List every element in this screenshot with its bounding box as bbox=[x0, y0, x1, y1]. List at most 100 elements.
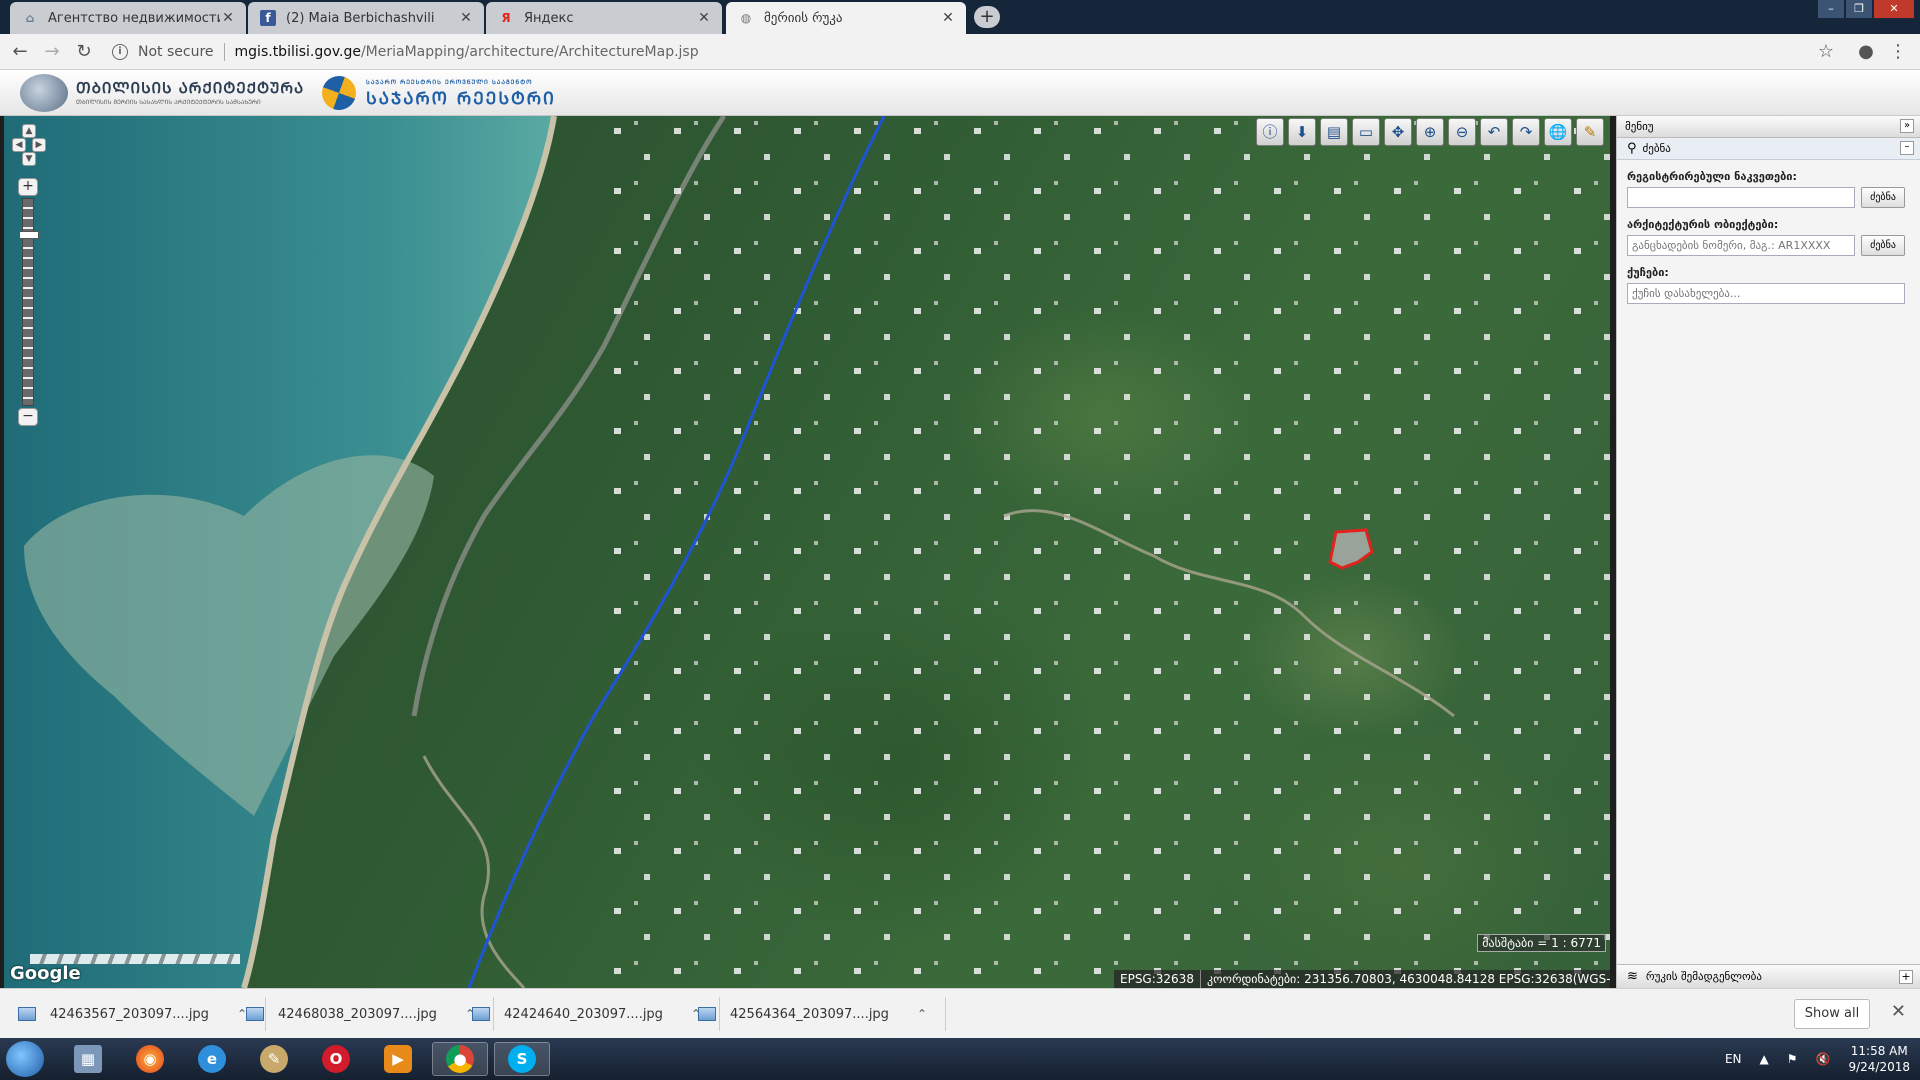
internet-explorer-icon: e bbox=[198, 1045, 226, 1073]
layers-icon: ≋ bbox=[1627, 969, 1638, 984]
forward-arrow-icon[interactable]: → bbox=[40, 40, 64, 64]
download-filename: 42564364_203097....jpg bbox=[730, 1006, 889, 1022]
security-status: Not secure bbox=[138, 44, 214, 60]
tab-map[interactable]: ◍ მერიის რუკა ✕ bbox=[726, 2, 966, 34]
reload-icon[interactable]: ↻ bbox=[72, 40, 96, 64]
architecture-logo-title: ᲗᲑᲘᲚᲘᲡᲘᲡ ᲐᲠᲥᲘᲢᲔᲥᲢᲣᲠᲐ bbox=[76, 79, 305, 97]
map-toolbar: ⓘ ⬇ ▤ ▭ ✥ ⊕ ⊖ ↶ ↷ 🌐 ✎ bbox=[1256, 118, 1604, 146]
address-bar[interactable]: i Not secure mgis.tbilisi.gov.ge/MeriaMa… bbox=[112, 39, 1842, 65]
clock[interactable]: 11:58 AM 9/24/2018 bbox=[1848, 1043, 1910, 1075]
divider bbox=[223, 43, 225, 61]
download-tool-icon[interactable]: ⬇ bbox=[1288, 118, 1316, 146]
minimize-section-icon[interactable]: – bbox=[1900, 141, 1914, 155]
chevron-up-icon[interactable]: ⌃ bbox=[917, 1007, 927, 1021]
pan-down-icon[interactable]: ▼ bbox=[22, 152, 36, 166]
download-item[interactable]: 42564364_203097....jpg ⌃ bbox=[680, 997, 947, 1031]
pencil-icon[interactable]: ✎ bbox=[1576, 118, 1604, 146]
taskbar-skype[interactable]: S bbox=[494, 1042, 550, 1076]
taskbar-media-player[interactable]: ▶ bbox=[370, 1042, 426, 1076]
zoom-in-tool-icon[interactable]: ⊕ bbox=[1416, 118, 1444, 146]
tray-expand-icon[interactable]: ▲ bbox=[1760, 1052, 1769, 1066]
close-tab-icon[interactable]: ✕ bbox=[696, 10, 712, 26]
start-button-icon[interactable] bbox=[6, 1041, 44, 1077]
projection-select[interactable]: EPSG:32638 ▾ bbox=[1114, 970, 1201, 988]
skype-icon: S bbox=[508, 1045, 536, 1073]
architecture-logo: ᲗᲑᲘᲚᲘᲡᲘᲡ ᲐᲠᲥᲘᲢᲔᲥᲢᲣᲠᲐ ᲗᲑᲘᲚᲘᲡᲘᲡ ᲛᲔᲠᲘᲘᲡ ᲡᲐᲡ… bbox=[76, 78, 304, 106]
taskbar-ie[interactable]: e bbox=[184, 1042, 240, 1076]
url-path: /MeriaMapping/architecture/ArchitectureM… bbox=[360, 44, 699, 60]
taskbar-chrome[interactable]: ● bbox=[432, 1042, 488, 1076]
cadastral-label: რეგისტრირებული ნაკვეთები: bbox=[1627, 170, 1797, 183]
tab-agency[interactable]: ⌂ Агентство недвижимости Batumi ✕ bbox=[10, 2, 246, 34]
layers-title: რუკის შემადგენლობა bbox=[1645, 970, 1762, 983]
close-tab-icon[interactable]: ✕ bbox=[220, 10, 236, 26]
layers-section-header[interactable]: ≋ რუკის შემადგენლობა + bbox=[1617, 964, 1920, 988]
bookmark-star-icon[interactable]: ☆ bbox=[1814, 40, 1838, 64]
download-item[interactable]: 42463567_203097....jpg ⌃ bbox=[0, 997, 267, 1031]
registry-logo-icon bbox=[317, 71, 361, 115]
language-indicator[interactable]: EN bbox=[1725, 1052, 1742, 1066]
show-all-downloads-button[interactable]: Show all bbox=[1794, 999, 1870, 1029]
zoom-out-tool-icon[interactable]: ⊖ bbox=[1448, 118, 1476, 146]
print-tool-icon[interactable]: ▤ bbox=[1320, 118, 1348, 146]
previous-extent-icon[interactable]: ↶ bbox=[1480, 118, 1508, 146]
info-tool-icon[interactable]: ⓘ bbox=[1256, 118, 1284, 146]
search-section-title: ძებნა bbox=[1642, 142, 1671, 155]
street-input[interactable] bbox=[1627, 283, 1905, 304]
collapse-panel-icon[interactable]: » bbox=[1900, 119, 1914, 133]
registry-logo: ᲡᲐᲯᲐᲠᲝ ᲠᲔᲔᲡᲢᲠᲘᲡ ᲔᲠᲝᲕᲜᲣᲚᲘ ᲡᲐᲐᲒᲔᲜᲢᲝ ᲡᲐᲯᲐᲠᲝ… bbox=[366, 78, 556, 109]
search-section-header[interactable]: ⚲ ძებნა – bbox=[1617, 138, 1920, 160]
side-panel: მენიუ » ⚲ ძებნა – რეგისტრირებული ნაკვეთე… bbox=[1616, 116, 1920, 988]
menu-kebab-icon[interactable]: ⋮ bbox=[1886, 40, 1910, 64]
info-icon[interactable]: i bbox=[112, 44, 128, 60]
new-tab-button[interactable]: + bbox=[974, 6, 1000, 28]
tab-yandex[interactable]: Я Яндекс ✕ bbox=[486, 2, 722, 34]
firefox-icon: ◉ bbox=[136, 1045, 164, 1073]
buildings-texture bbox=[604, 116, 1610, 988]
pan-left-icon[interactable]: ◀ bbox=[12, 138, 26, 152]
system-tray: EN ▲ ⚑ 🔇 11:58 AM 9/24/2018 bbox=[1725, 1038, 1920, 1080]
expand-section-icon[interactable]: + bbox=[1899, 970, 1913, 984]
action-center-flag-icon[interactable]: ⚑ bbox=[1787, 1052, 1798, 1066]
volume-muted-icon[interactable]: 🔇 bbox=[1816, 1052, 1831, 1066]
zoom-bar: + − bbox=[18, 178, 39, 428]
panel-title: მენიუ bbox=[1625, 120, 1654, 133]
map-status-bar: EPSG:32638 ▾ კოორდინატები: 231356.70803,… bbox=[1114, 970, 1610, 988]
pan-tool-icon[interactable]: ✥ bbox=[1384, 118, 1412, 146]
building-icon: ⌂ bbox=[25, 11, 35, 25]
minimize-icon[interactable]: – bbox=[1818, 0, 1844, 18]
close-tab-icon[interactable]: ✕ bbox=[458, 10, 474, 26]
map-view[interactable]: ▲ ◀ ▶ ▼ + − ⓘ ⬇ ▤ ▭ ✥ ⊕ ⊖ ↶ ↷ 🌐 ✎ Google… bbox=[4, 116, 1610, 988]
taskbar-opera[interactable]: O bbox=[308, 1042, 364, 1076]
zoom-out-button[interactable]: − bbox=[18, 408, 38, 426]
taskbar-firefox[interactable]: ◉ bbox=[122, 1042, 178, 1076]
close-window-icon[interactable]: ✕ bbox=[1874, 0, 1914, 18]
account-icon[interactable]: ● bbox=[1854, 40, 1878, 64]
restore-icon[interactable]: ❐ bbox=[1846, 0, 1872, 18]
zoom-slider-handle[interactable] bbox=[19, 231, 39, 239]
close-tab-icon[interactable]: ✕ bbox=[940, 10, 956, 26]
cadastral-input[interactable] bbox=[1627, 187, 1855, 208]
app-header: ᲗᲑᲘᲚᲘᲡᲘᲡ ᲐᲠᲥᲘᲢᲔᲥᲢᲣᲠᲐ ᲗᲑᲘᲚᲘᲡᲘᲡ ᲛᲔᲠᲘᲘᲡ ᲡᲐᲡ… bbox=[0, 70, 1920, 116]
next-extent-icon[interactable]: ↷ bbox=[1512, 118, 1540, 146]
globe-icon[interactable]: 🌐 bbox=[1544, 118, 1572, 146]
taskbar-calculator[interactable]: ▦ bbox=[60, 1042, 116, 1076]
satellite-imagery bbox=[4, 116, 1610, 988]
downloads-bar: 42463567_203097....jpg ⌃ 42468038_203097… bbox=[0, 988, 1920, 1038]
zoom-slider[interactable] bbox=[19, 198, 39, 406]
architecture-search-button[interactable]: ძებნა bbox=[1861, 235, 1905, 256]
measure-tool-icon[interactable]: ▭ bbox=[1352, 118, 1380, 146]
taskbar-paint[interactable]: ✎ bbox=[246, 1042, 302, 1076]
registry-logo-title: ᲡᲐᲯᲐᲠᲝ ᲠᲔᲔᲡᲢᲠᲘ bbox=[366, 89, 556, 109]
search-icon: ⚲ bbox=[1627, 141, 1637, 156]
architecture-input[interactable] bbox=[1627, 235, 1855, 256]
paint-icon: ✎ bbox=[260, 1045, 288, 1073]
pan-up-icon[interactable]: ▲ bbox=[22, 124, 36, 138]
back-arrow-icon[interactable]: ← bbox=[8, 40, 32, 64]
close-downloads-icon[interactable]: ✕ bbox=[1891, 1001, 1906, 1022]
tab-facebook[interactable]: f (2) Maia Berbichashvili ✕ bbox=[248, 2, 484, 34]
zoom-in-button[interactable]: + bbox=[18, 178, 38, 196]
cadastral-search-button[interactable]: ძებნა bbox=[1861, 187, 1905, 208]
projection-value: EPSG:32638 bbox=[1120, 972, 1194, 986]
pan-right-icon[interactable]: ▶ bbox=[32, 138, 46, 152]
